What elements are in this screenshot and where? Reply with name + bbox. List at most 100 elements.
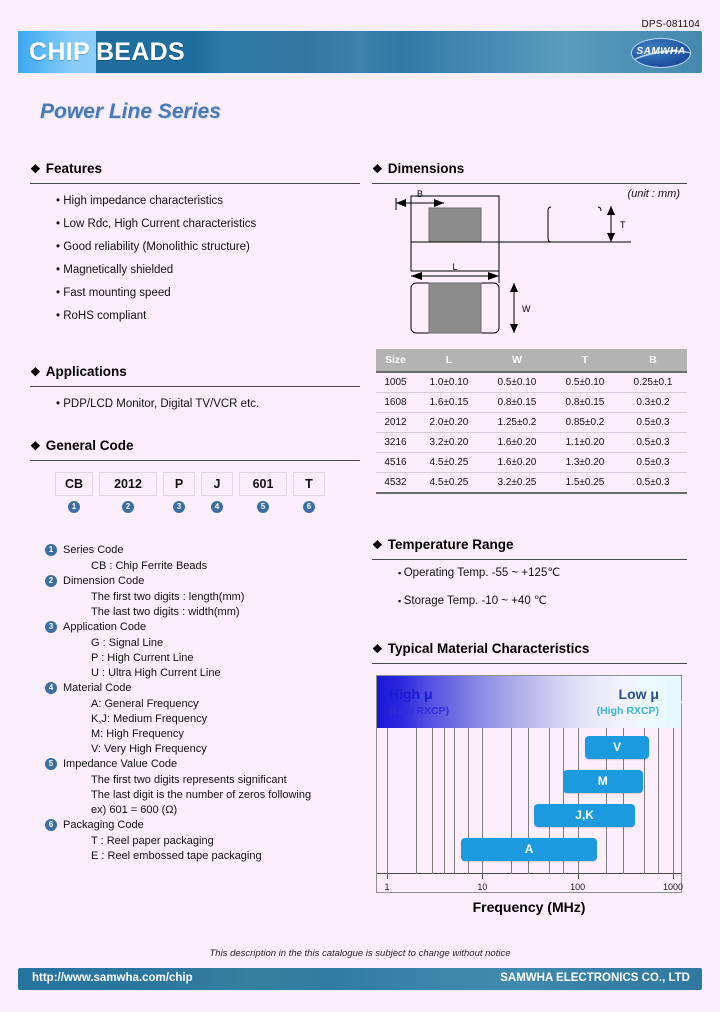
dimensions-cell: 0.5±0.3: [618, 412, 687, 433]
dimensions-column-header: B: [618, 349, 687, 372]
code-legend-detail: ex) 601 = 600 (Ω): [91, 804, 178, 816]
material-characteristics-chart: High μ (Low RXCP) Low μ (High RXCP) 1 10 1…: [376, 675, 684, 893]
feature-item: Fast mounting speed: [56, 287, 256, 299]
diamond-bullet-icon: ❖: [30, 439, 41, 453]
chart-x-tick-label: 1000: [662, 882, 684, 892]
dimensions-cell: 4.5±0.25: [414, 452, 483, 473]
code-box-number-badge: 1: [68, 501, 80, 513]
chart-gridline: [432, 728, 434, 874]
material-range-bar: J,K: [534, 804, 636, 827]
chart-x-tick: [387, 874, 388, 879]
temperature-range-rule: [372, 559, 687, 560]
table-row: 2012 2.0±0.20 1.25±0.2 0.85±0.2 0.5±0.3: [376, 412, 687, 433]
dimensions-cell: 1.6±0.20: [482, 452, 551, 473]
code-legend-number-badge: 5: [45, 758, 57, 770]
features-rule: [30, 183, 360, 184]
dimensions-cell: 4.5±0.25: [414, 472, 483, 494]
code-box-value: J: [201, 472, 233, 496]
feature-item: Magnetically shielded: [56, 264, 256, 276]
footer-notice: This description in the this catalogue i…: [209, 948, 511, 959]
applications-heading: ❖ Applications: [30, 364, 127, 379]
dimensions-cell: 1608: [376, 392, 415, 413]
samwha-logo-icon: SAMWHA: [631, 38, 691, 68]
chart-x-tick-label: 100: [570, 882, 586, 892]
code-legend-detail: G : Signal Line: [91, 637, 164, 649]
dimensions-cell: 0.8±0.15: [550, 392, 619, 413]
dimensions-cell: 0.3±0.2: [618, 392, 687, 413]
dimensions-cell: 4532: [376, 472, 415, 494]
code-legend-title: Series Code: [63, 544, 124, 556]
dimensions-column-header: L: [414, 349, 483, 372]
code-box-number-badge: 4: [211, 501, 223, 513]
chart-gridline: [453, 728, 455, 874]
diamond-bullet-icon: ❖: [372, 642, 383, 656]
general-code-heading: ❖ General Code: [30, 438, 134, 453]
dimensions-table: Size L W T B 1005 1.0±0.10 0.5±0.10 0.5±0.10 0.2…: [376, 349, 687, 494]
code-legend-detail: T : Reel paper packaging: [91, 835, 214, 847]
svg-text:W: W: [522, 304, 531, 314]
typical-material-rule: [372, 663, 687, 664]
company-name: SAMWHA ELECTRONICS CO., LTD: [500, 972, 690, 984]
code-legend-detail: E : Reel embossed tape packaging: [91, 850, 262, 862]
temperature-range-heading: ❖ Temperature Range: [372, 537, 514, 552]
features-heading: ❖ Features: [30, 161, 102, 176]
permeability-gradient-band: High μ (Low RXCP) Low μ (High RXCP): [377, 676, 682, 728]
chart-x-tick: [577, 874, 579, 879]
dimensions-cell: 3.2±0.25: [482, 472, 551, 494]
dimensions-heading: ❖ Dimensions: [372, 161, 464, 176]
dimensions-cell: 1.3±0.20: [550, 452, 619, 473]
code-legend-entry: 5 Impedance Value Code: [45, 757, 311, 772]
dimensions-cell: 1.6±0.20: [482, 432, 551, 453]
dimensions-cell: 3216: [376, 432, 415, 453]
code-box-number-badge: 5: [257, 501, 269, 513]
code-legend-detail: U : Ultra High Current Line: [91, 667, 221, 679]
code-legend-number-badge: 3: [45, 621, 57, 633]
code-box-group: CB 1: [55, 472, 93, 514]
page-header-band: CHIP BEADS SAMWHA: [18, 31, 702, 73]
dimensions-rule: [372, 183, 687, 184]
table-row: 3216 3.2±0.20 1.6±0.20 1.1±0.20 0.5±0.3: [376, 432, 687, 453]
dimensions-cell: 0.85±0.2: [550, 412, 619, 433]
chart-gridline: [658, 728, 660, 874]
low-mu-sublabel: (High RXCP): [596, 705, 659, 717]
temperature-item: Operating Temp. -55 ~ +125℃: [398, 565, 561, 579]
code-legend-detail: A: General Frequency: [91, 698, 199, 710]
diamond-bullet-icon: ❖: [30, 162, 41, 176]
feature-item: High impedance characteristics: [56, 195, 256, 207]
code-legend-title: Material Code: [63, 682, 132, 694]
table-row: 4516 4.5±0.25 1.6±0.20 1.3±0.20 0.5±0.3: [376, 452, 687, 473]
code-legend-entry: 1 Series Code: [45, 543, 311, 558]
general-code-heading-label: General Code: [45, 438, 134, 453]
typical-material-heading-label: Typical Material Characteristics: [387, 641, 590, 656]
dimensions-heading-label: Dimensions: [387, 161, 465, 176]
part-number-code-boxes: CB 1 2012 2 P 3 J 4 601 5 T 6: [55, 472, 331, 514]
page-title-beads: BEADS: [95, 38, 185, 66]
dimensions-cell: 0.5±0.10: [482, 371, 551, 393]
chart-x-tick-label: 10: [477, 882, 488, 892]
code-legend-number-badge: 1: [45, 544, 57, 556]
code-legend-detail: The first two digits : length(mm): [91, 591, 245, 603]
dimensions-column-header: Size: [376, 349, 415, 372]
dimensions-cell: 3.2±0.20: [414, 432, 483, 453]
chart-x-axis: [377, 873, 681, 874]
unit-note: (unit : mm): [627, 188, 680, 200]
code-box-number-badge: 6: [303, 501, 315, 513]
feature-item: Good reliability (Monolithic structure): [56, 241, 256, 253]
temperature-range-heading-label: Temperature Range: [387, 537, 514, 552]
code-legend-detail: M: High Frequency: [91, 728, 184, 740]
dimensions-column-header: T: [550, 349, 619, 372]
code-box-value: 2012: [99, 472, 157, 496]
material-range-bar: M: [562, 770, 643, 793]
code-legend-title: Dimension Code: [63, 575, 145, 587]
code-box-group: T6: [293, 472, 325, 514]
dimensions-cell: 0.5±0.10: [550, 371, 619, 393]
code-legend-number-badge: 6: [45, 819, 57, 831]
features-heading-label: Features: [45, 161, 103, 176]
dimensions-cell: 1005: [376, 371, 415, 393]
code-box-value: 601: [239, 472, 287, 496]
page-footer-band: http://www.samwha.com/chip SAMWHA ELECTR…: [18, 968, 702, 990]
material-range-bar: V: [585, 736, 649, 759]
code-box-number-badge: 2: [122, 501, 134, 513]
code-box-value: T: [293, 472, 325, 496]
website-link[interactable]: http://www.samwha.com/chip: [32, 972, 193, 984]
